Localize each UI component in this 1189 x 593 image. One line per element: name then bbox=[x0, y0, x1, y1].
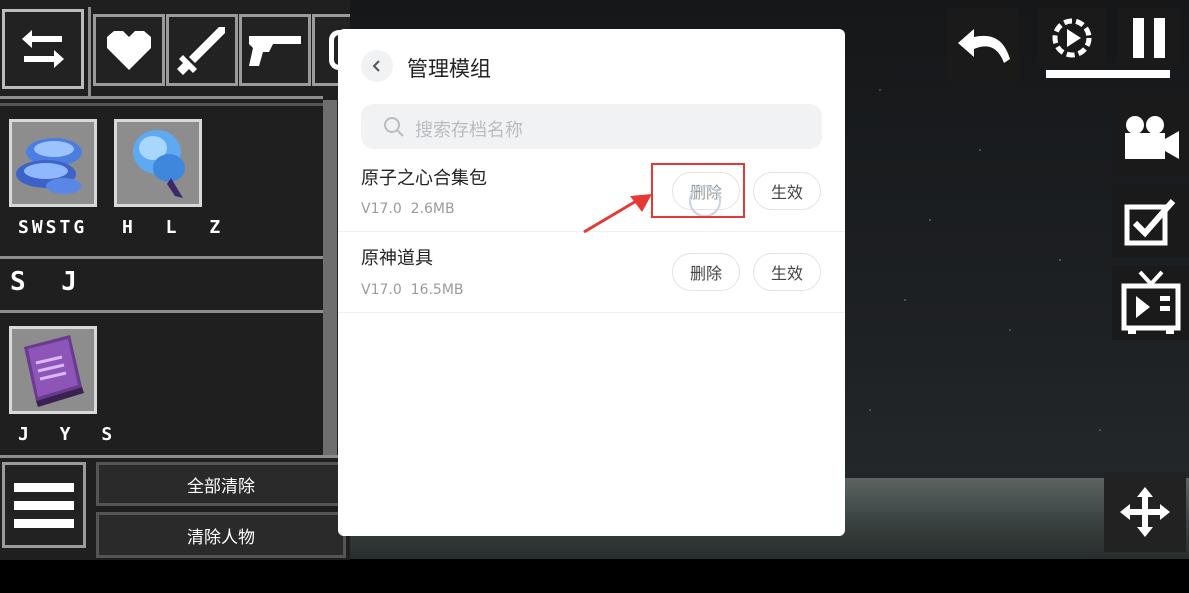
swap-icon bbox=[22, 30, 64, 68]
pause-icon bbox=[1133, 18, 1165, 58]
mod-meta: V17.0 16.5MB bbox=[361, 282, 464, 298]
flower-icon bbox=[133, 130, 185, 198]
search-icon bbox=[384, 117, 404, 137]
mushroom-icon bbox=[16, 138, 82, 194]
item-label: J Y S bbox=[18, 424, 123, 445]
item-card-jys[interactable] bbox=[9, 326, 97, 414]
slow-motion-button[interactable] bbox=[1038, 8, 1106, 68]
delete-button[interactable]: 删除 bbox=[672, 253, 740, 291]
manage-mods-dialog: 管理模组 搜索存档名称 原子之心合集包 V17.0 2.6MB 删除 生效 原神… bbox=[338, 29, 845, 536]
clear-all-button[interactable]: 全部清除 bbox=[96, 462, 346, 506]
arrow-annotation-icon bbox=[583, 194, 652, 234]
search-placeholder: 搜索存档名称 bbox=[415, 120, 523, 141]
item-card-hlz[interactable] bbox=[114, 119, 202, 207]
category-health-button[interactable] bbox=[93, 14, 165, 86]
book-icon bbox=[24, 335, 84, 407]
item-card-swstg[interactable] bbox=[9, 119, 97, 207]
mod-size: 2.6MB bbox=[410, 201, 455, 217]
select-toggle-button[interactable] bbox=[1112, 185, 1189, 257]
checkbox-icon bbox=[1124, 199, 1175, 246]
tv-button[interactable] bbox=[1112, 266, 1189, 340]
search-input[interactable]: 搜索存档名称 bbox=[361, 104, 822, 149]
move-icon bbox=[1120, 487, 1170, 537]
apply-button[interactable]: 生效 bbox=[753, 253, 821, 291]
mod-version: V17.0 bbox=[361, 282, 402, 298]
group-label: S J bbox=[10, 267, 87, 297]
mod-name: 原子之心合集包 bbox=[361, 168, 487, 189]
mod-version: V17.0 bbox=[361, 201, 402, 217]
heart-icon bbox=[107, 31, 151, 70]
sword-icon bbox=[177, 27, 225, 75]
chevron-left-icon bbox=[372, 60, 380, 72]
item-panel-scrollbar[interactable] bbox=[323, 100, 337, 455]
apply-button[interactable]: 生效 bbox=[753, 172, 821, 210]
dialog-title: 管理模组 bbox=[407, 57, 491, 81]
item-panel: SWSTG H L Z S J J Y S 全部清除 清除人物 bbox=[0, 0, 350, 560]
slow-motion-icon bbox=[1052, 18, 1092, 58]
gun-icon bbox=[249, 36, 301, 66]
mod-row: 原神道具 V17.0 16.5MB 删除 生效 bbox=[338, 232, 845, 313]
undo-button[interactable] bbox=[947, 8, 1019, 82]
camera-button[interactable] bbox=[1112, 100, 1189, 176]
mod-size: 16.5MB bbox=[410, 282, 464, 298]
clear-people-button[interactable]: 清除人物 bbox=[96, 512, 346, 558]
menu-button[interactable] bbox=[2, 462, 86, 548]
mod-name: 原神道具 bbox=[361, 248, 433, 269]
undo-icon bbox=[958, 29, 1010, 63]
swap-category-button[interactable] bbox=[2, 9, 84, 89]
bottom-bar bbox=[0, 559, 1189, 593]
menu-icon bbox=[14, 483, 74, 528]
pause-button[interactable] bbox=[1118, 8, 1180, 68]
item-label: H L Z bbox=[122, 217, 232, 238]
highlight-box bbox=[651, 163, 745, 218]
back-button[interactable] bbox=[361, 50, 393, 82]
category-gun-button[interactable] bbox=[239, 14, 311, 86]
move-button[interactable] bbox=[1104, 472, 1186, 552]
camera-icon bbox=[1124, 116, 1179, 159]
item-label: SWSTG bbox=[18, 217, 88, 238]
mod-meta: V17.0 2.6MB bbox=[361, 201, 455, 217]
tv-icon bbox=[1121, 270, 1180, 334]
time-speed-bar bbox=[1046, 70, 1170, 78]
category-melee-button[interactable] bbox=[166, 14, 238, 86]
